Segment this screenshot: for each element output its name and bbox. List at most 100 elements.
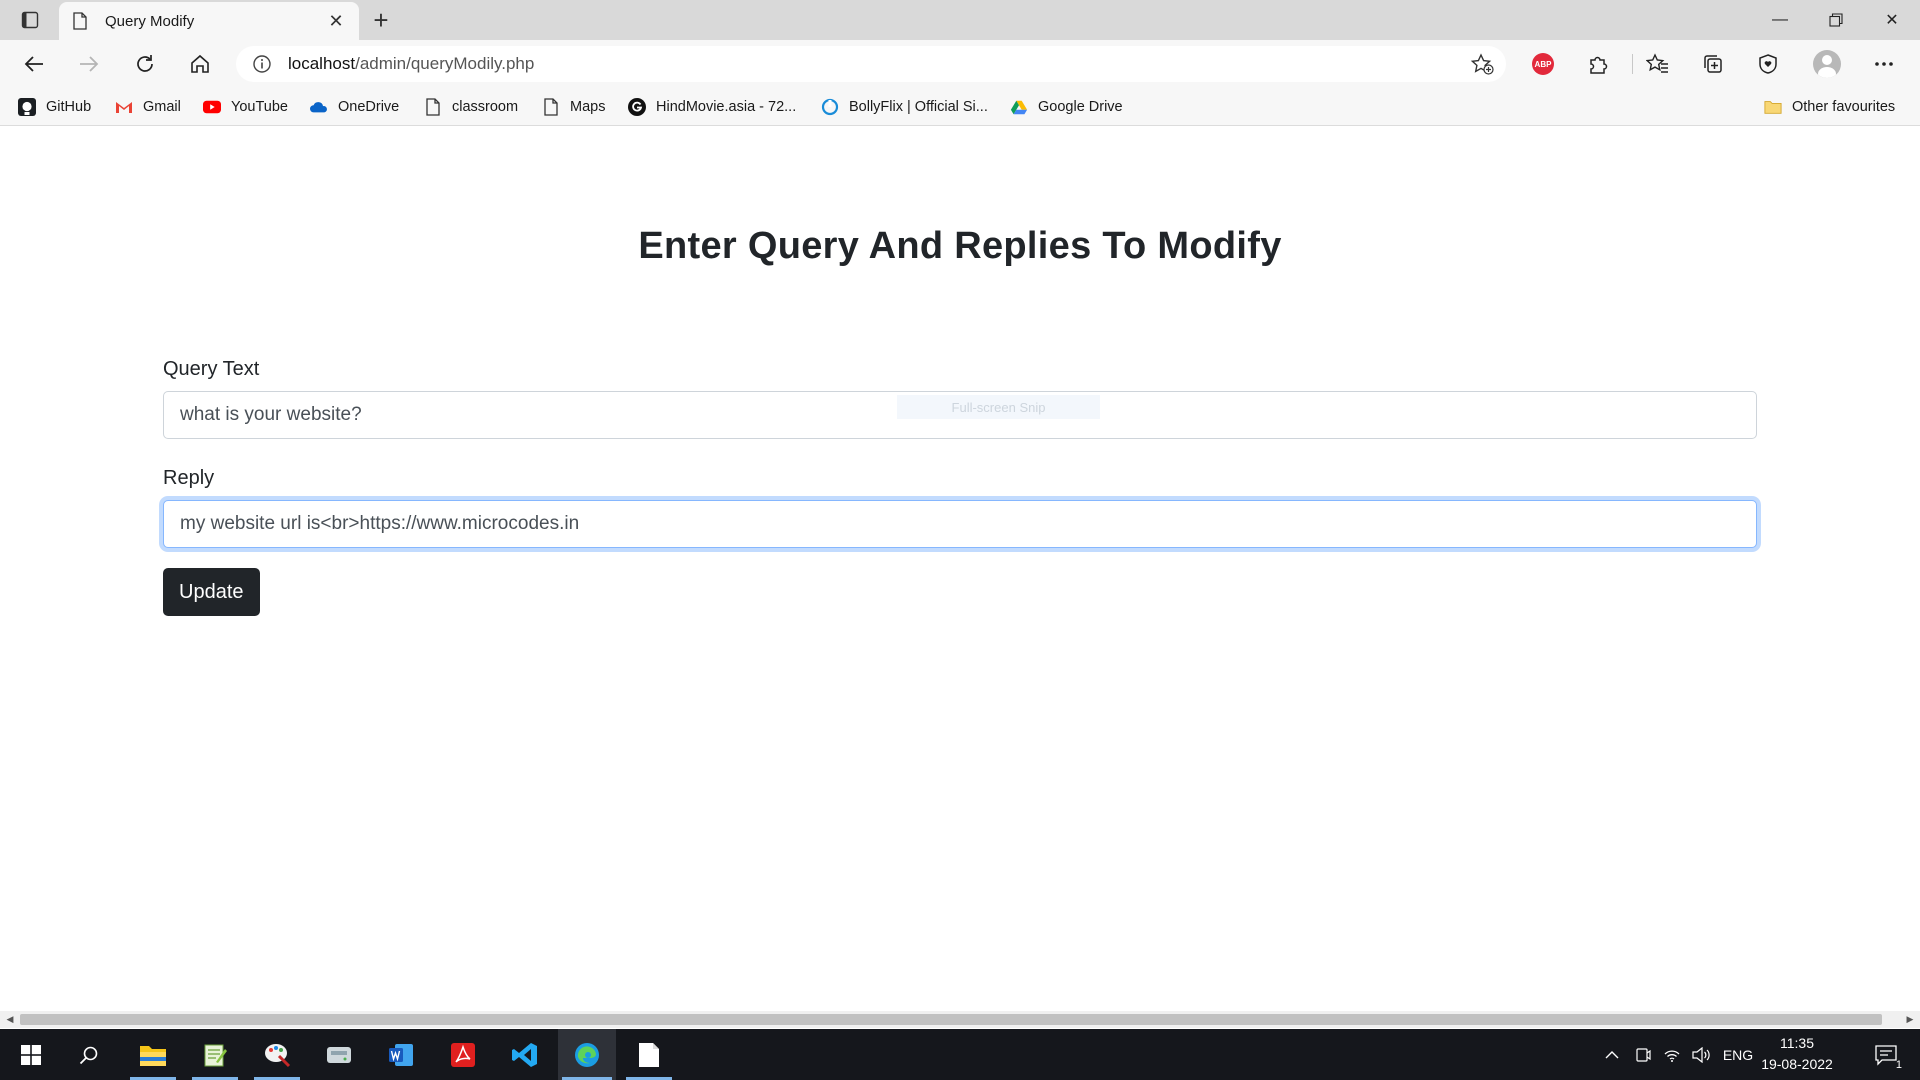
taskbar: ENG 11:35 19-08-2022 1 (0, 1029, 1920, 1080)
word-icon (389, 1043, 413, 1066)
tab-strip: Query Modify ✕ + — ✕ (0, 0, 1920, 40)
query-text-label: Query Text (163, 358, 260, 380)
paint-icon (265, 1043, 291, 1067)
forward-button[interactable] (71, 48, 107, 80)
youtube-icon (203, 98, 221, 116)
new-tab-button[interactable]: + (366, 5, 396, 35)
taskbar-app-drive[interactable] (310, 1029, 368, 1080)
close-tab-icon[interactable]: ✕ (325, 10, 347, 32)
tab-title: Query Modify (105, 12, 195, 30)
bollyflix-icon (821, 98, 839, 116)
avatar (1813, 50, 1841, 78)
search-icon (79, 1046, 98, 1064)
fav-maps[interactable]: Maps (542, 96, 605, 118)
collections-button[interactable] (1696, 48, 1730, 80)
address-bar[interactable]: localhost/admin/queryModily.php (236, 46, 1506, 82)
scroll-right-icon[interactable]: ▶ (1903, 1013, 1917, 1026)
fav-github[interactable]: GitHub (18, 96, 91, 118)
document-icon (639, 1042, 659, 1067)
fav-google-drive[interactable]: Google Drive (1010, 96, 1123, 118)
taskbar-edge[interactable] (558, 1029, 616, 1080)
fav-hindmovie[interactable]: HindMovie.asia - 72... (628, 96, 796, 118)
taskbar-file-explorer[interactable] (124, 1029, 182, 1080)
browser-tab[interactable]: Query Modify ✕ (59, 2, 359, 40)
tab-actions-icon (21, 11, 39, 29)
more-dots-icon (1875, 62, 1893, 66)
screen: Query Modify ✕ + — ✕ localhost/admin/que… (0, 0, 1920, 1080)
adblock-plus-button[interactable]: ABP (1526, 48, 1560, 80)
g-icon (628, 98, 646, 116)
start-button[interactable] (2, 1029, 60, 1080)
toolbar-divider (1632, 54, 1633, 74)
tray-chevron-icon[interactable] (1600, 1029, 1624, 1080)
favourites-button[interactable] (1641, 48, 1675, 80)
reply-input[interactable] (163, 500, 1757, 548)
github-icon (18, 98, 36, 116)
add-favourite-icon[interactable] (1470, 53, 1494, 75)
home-icon (191, 54, 209, 73)
puzzle-icon (1590, 56, 1608, 74)
notification-count-badge: 1 (1895, 1059, 1902, 1071)
fav-youtube[interactable]: YouTube (203, 96, 288, 118)
reply-label: Reply (163, 467, 215, 489)
page-icon (424, 98, 442, 116)
wifi-icon[interactable] (1660, 1029, 1684, 1080)
taskbar-word[interactable] (372, 1029, 430, 1080)
favourites-bar: GitHub Gmail YouTube OneDrive classroom … (0, 87, 1920, 126)
taskbar-vscode[interactable] (496, 1029, 554, 1080)
refresh-icon (137, 55, 153, 72)
folder-icon (1764, 98, 1782, 116)
gmail-icon (115, 98, 133, 116)
tab-actions-button[interactable] (12, 6, 48, 34)
close-window-icon[interactable]: ✕ (1864, 0, 1920, 40)
horizontal-scrollbar[interactable]: ◀ ▶ (0, 1011, 1920, 1028)
language-indicator[interactable]: ENG (1720, 1029, 1756, 1080)
meet-now-icon[interactable] (1632, 1029, 1654, 1080)
volume-icon[interactable] (1689, 1029, 1713, 1080)
extensions-button[interactable] (1581, 48, 1615, 80)
restore-icon[interactable] (1808, 0, 1864, 40)
fav-bollyflix[interactable]: BollyFlix | Official Si... (821, 96, 988, 118)
shield-heart-icon (1759, 54, 1777, 74)
windows-logo-icon (21, 1044, 41, 1065)
clock[interactable]: 11:35 19-08-2022 (1756, 1033, 1838, 1075)
browser-essentials-button[interactable] (1751, 48, 1785, 80)
back-arrow-icon (24, 56, 43, 72)
onedrive-icon (310, 98, 328, 116)
collections-icon (1704, 55, 1722, 73)
clock-time: 11:35 (1780, 1035, 1814, 1051)
taskbar-notepad[interactable] (620, 1029, 678, 1080)
disk-app-icon (327, 1046, 351, 1063)
favourites-star-icon (1646, 53, 1668, 73)
back-button[interactable] (16, 48, 52, 80)
scroll-left-icon[interactable]: ◀ (3, 1013, 17, 1026)
fav-classroom[interactable]: classroom (424, 96, 518, 118)
update-button[interactable]: Update (163, 568, 260, 616)
home-button[interactable] (182, 48, 218, 80)
profile-button[interactable] (1810, 48, 1844, 80)
fav-gmail[interactable]: Gmail (115, 96, 181, 118)
other-favourites[interactable]: Other favourites (1764, 96, 1895, 118)
window-controls: — ✕ (1752, 0, 1920, 40)
info-icon[interactable] (252, 54, 272, 74)
acrobat-icon (451, 1042, 475, 1067)
taskbar-acrobat[interactable] (434, 1029, 492, 1080)
page-title: Enter Query And Replies To Modify (638, 225, 1282, 267)
forward-arrow-icon (80, 56, 99, 72)
scrollbar-thumb[interactable] (20, 1014, 1882, 1025)
url-text: localhost/admin/queryModily.php (288, 54, 535, 73)
settings-more-button[interactable] (1867, 48, 1901, 80)
browser-toolbar: localhost/admin/queryModily.php ABP (0, 40, 1920, 87)
fav-onedrive[interactable]: OneDrive (310, 96, 399, 118)
taskbar-notepad-plus[interactable] (186, 1029, 244, 1080)
snip-overlay-label: Full-screen Snip (897, 395, 1100, 419)
refresh-button[interactable] (127, 48, 163, 80)
minimize-icon[interactable]: — (1752, 0, 1808, 40)
taskbar-paint[interactable] (248, 1029, 306, 1080)
file-explorer-icon (140, 1045, 166, 1066)
search-button[interactable] (60, 1029, 118, 1080)
page-content: Enter Query And Replies To Modify Query … (0, 127, 1920, 1011)
vscode-icon (512, 1042, 537, 1067)
notification-center-button[interactable]: 1 (1866, 1029, 1910, 1080)
page-icon (542, 98, 560, 116)
